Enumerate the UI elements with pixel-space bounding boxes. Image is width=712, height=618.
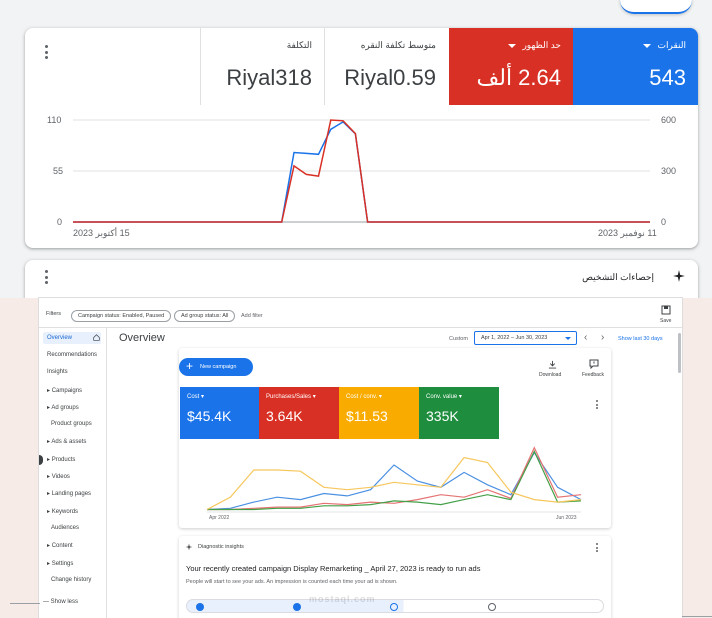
overview-card: + New campaign Download Feedback Cost ▾ … xyxy=(179,348,611,528)
tile-value: 335K xyxy=(426,408,459,424)
performance-line-chart xyxy=(73,119,650,223)
sidebar-item-label: Overview xyxy=(47,335,73,341)
plus-icon: + xyxy=(186,359,194,373)
show-last-30-days-link[interactable]: Show last 30 days xyxy=(618,336,663,342)
step-pending-icon xyxy=(488,603,496,611)
more-options-icon[interactable] xyxy=(44,270,48,284)
date-range-value: Apr 1, 2022 – Jun 30, 2023 xyxy=(481,335,548,341)
custom-label: Custom xyxy=(449,336,468,342)
sparkle-icon xyxy=(185,543,193,551)
tile-value: 3.64K xyxy=(266,408,303,424)
feedback-icon[interactable] xyxy=(589,359,599,369)
filters-bar: Filters Campaign status: Enabled, Paused… xyxy=(39,298,682,328)
feedback-label: Feedback xyxy=(582,372,604,378)
sidebar-item-settings[interactable]: ▸ Settings xyxy=(47,560,73,567)
bottom-screenshot-area: Filters Campaign status: Enabled, Paused… xyxy=(0,298,712,618)
tile-label: Cost / conv. ▾ xyxy=(346,394,382,400)
diagnostic-title: Your recently created campaign Display R… xyxy=(186,564,481,573)
diagnostic-label: Diagnostic insights xyxy=(198,544,244,550)
step-complete-icon xyxy=(293,603,301,611)
tile-value: $11.53 xyxy=(346,408,388,424)
save-icon[interactable] xyxy=(661,305,671,315)
new-button-edge[interactable] xyxy=(620,0,692,14)
sidebar-item-product-groups[interactable]: Product groups xyxy=(51,421,92,427)
x-start-label: Apr 2022 xyxy=(209,515,230,521)
tile-conv-value[interactable]: Conv. value ▾ 335K xyxy=(419,387,499,439)
save-label: Save xyxy=(660,318,672,324)
sidebar-item-recommendations[interactable]: Recommendations xyxy=(47,352,97,358)
sidebar-item-ads-assets[interactable]: ▸ Ads & assets xyxy=(47,438,86,445)
sidebar-item-insights[interactable]: Insights xyxy=(47,369,68,375)
x-end-label: Jun 2023 xyxy=(556,515,577,521)
overview-line-chart xyxy=(206,446,582,513)
sidebar-item-products[interactable]: ▸ Products xyxy=(47,456,75,463)
next-period-icon[interactable]: › xyxy=(601,332,604,343)
new-campaign-label: New campaign xyxy=(200,364,237,370)
diagnostic-subtitle: People will start to see your ads. An im… xyxy=(186,579,398,585)
date-range-picker[interactable]: Apr 1, 2022 – Jun 30, 2023 xyxy=(474,331,577,345)
download-icon[interactable] xyxy=(548,360,557,369)
sidebar-item-content[interactable]: ▸ Content xyxy=(47,542,73,549)
sidebar-item-change-history[interactable]: Change history xyxy=(51,577,91,583)
more-options-icon[interactable] xyxy=(595,543,599,552)
scrollbar[interactable] xyxy=(678,333,681,373)
sparkle-icon xyxy=(673,270,685,282)
step-current-icon xyxy=(390,603,398,611)
tile-value: $45.4K xyxy=(187,408,232,424)
sidebar-item-videos[interactable]: ▸ Videos xyxy=(47,473,70,480)
tile-purchases[interactable]: Purchases/Sales ▾ 3.64K xyxy=(259,387,339,439)
diagnostic-card: Diagnostic insights Your recently create… xyxy=(179,536,611,618)
new-campaign-button[interactable]: + New campaign xyxy=(179,358,253,376)
add-filter-link[interactable]: Add filter xyxy=(241,313,263,319)
sidebar-item-show-less[interactable]: — Show less xyxy=(43,599,78,605)
sidebar-item-landing-pages[interactable]: ▸ Landing pages xyxy=(47,490,91,497)
divider-line xyxy=(10,603,40,604)
tile-cost-per-conv[interactable]: Cost / conv. ▾ $11.53 xyxy=(339,387,419,439)
previous-period-icon[interactable]: ‹ xyxy=(584,332,587,343)
sidebar-item-audiences[interactable]: Audiences xyxy=(51,525,79,531)
sidebar-item-keywords[interactable]: ▸ Keywords xyxy=(47,508,78,515)
sidebar-item-campaigns[interactable]: ▸ Campaigns xyxy=(47,387,82,394)
google-ads-overview: Filters Campaign status: Enabled, Paused… xyxy=(39,298,682,618)
sidebar: Overview Recommendations Insights ▸ Camp… xyxy=(39,328,107,618)
insights-label: إحصاءات التشخيص xyxy=(582,272,654,282)
filter-pill-ad-group-status[interactable]: Ad group status: All xyxy=(174,310,236,322)
tile-cost[interactable]: Cost ▾ $45.4K xyxy=(180,387,259,439)
diagnostic-insights-card[interactable]: إحصاءات التشخيص xyxy=(25,260,698,300)
filters-label: Filters xyxy=(46,311,61,317)
step-complete-icon xyxy=(196,603,204,611)
sidebar-item-ad-groups[interactable]: ▸ Ad groups xyxy=(47,404,79,411)
page-title: Overview xyxy=(119,332,165,344)
home-icon xyxy=(93,334,100,341)
tile-label: Conv. value ▾ xyxy=(426,394,462,400)
performance-card: التكلفة Riyal318 متوسط تكلفة النقره Riya… xyxy=(25,28,698,248)
watermark: mostaql.com xyxy=(309,594,376,604)
dropdown-caret-icon xyxy=(565,337,571,340)
series-line-conv-value xyxy=(207,449,582,511)
tile-label: Purchases/Sales ▾ xyxy=(266,394,316,400)
divider-line xyxy=(682,616,712,617)
more-options-icon[interactable] xyxy=(595,400,599,409)
top-panel: التكلفة Riyal318 متوسط تكلفة النقره Riya… xyxy=(0,0,712,300)
filter-pill-campaign-status[interactable]: Campaign status: Enabled, Paused xyxy=(71,310,172,322)
tile-label: Cost ▾ xyxy=(187,394,205,400)
series-line-clicks xyxy=(73,120,650,223)
download-label: Download xyxy=(539,372,562,378)
